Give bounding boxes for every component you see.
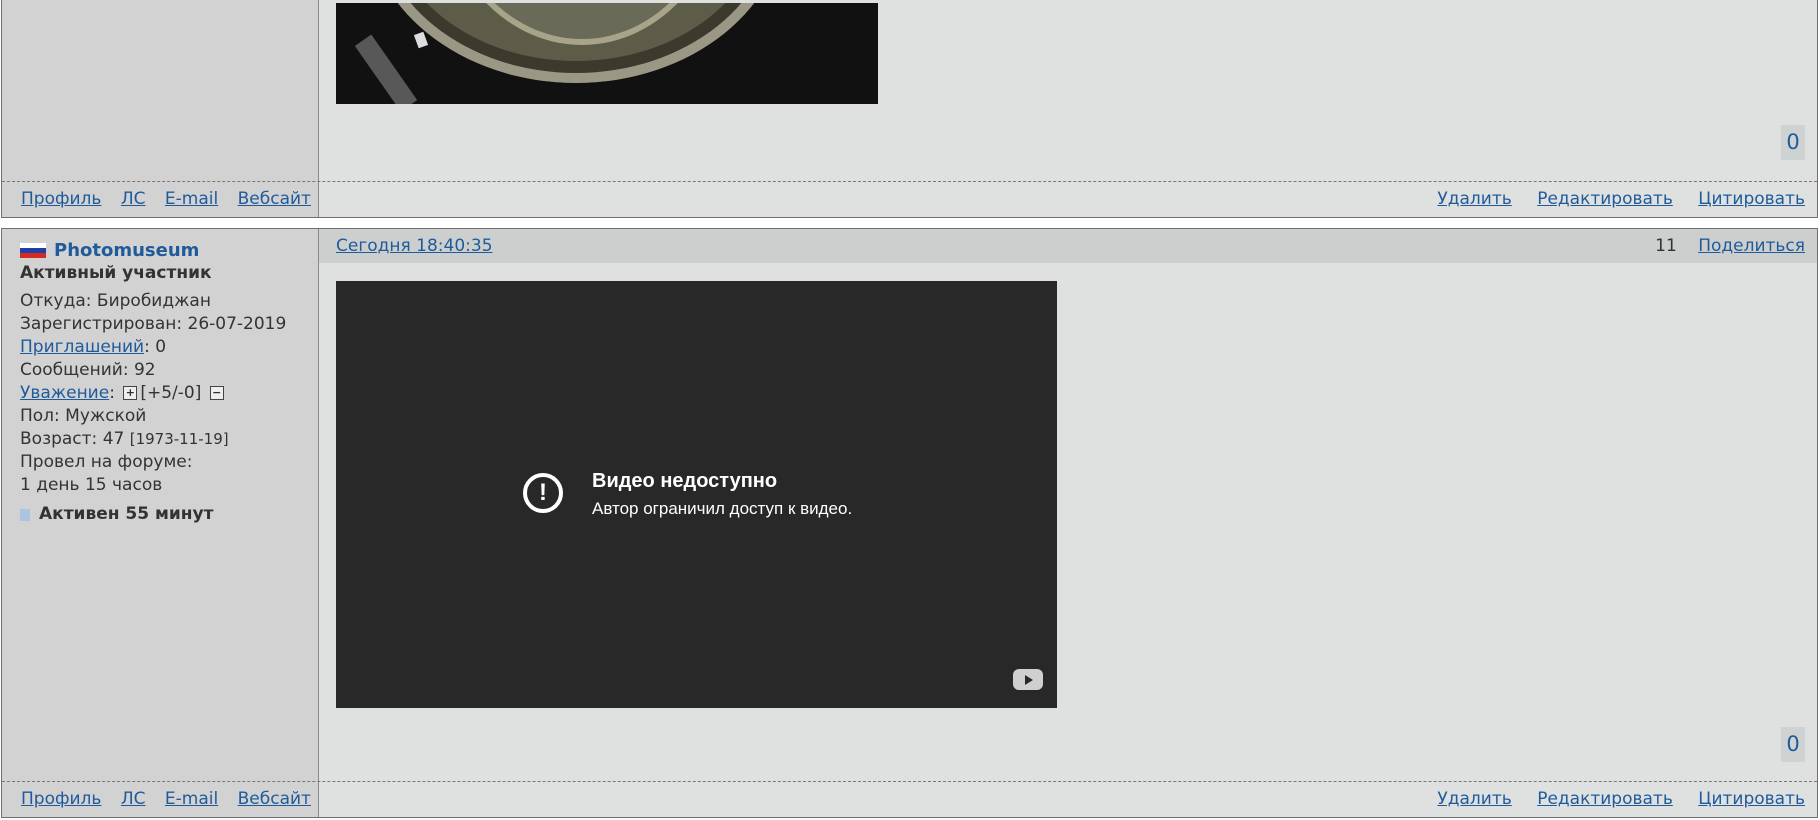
post-actions: Удалить Редактировать Цитировать: [1417, 789, 1805, 809]
user-messages: Сообщений: 92: [20, 360, 156, 380]
user-registered: Зарегистрирован: 26-07-2019: [20, 314, 287, 334]
exclamation-icon: !: [523, 473, 563, 513]
post-rating[interactable]: 0: [1781, 125, 1805, 160]
post-number: 11: [1655, 236, 1677, 256]
post-rating[interactable]: 0: [1781, 727, 1805, 762]
pm-link[interactable]: ЛС: [121, 789, 146, 809]
user-respect: Уважение: + [+5/-0] −: [20, 382, 310, 405]
quote-link[interactable]: Цитировать: [1698, 789, 1805, 809]
respect-colon: :: [109, 383, 115, 403]
delete-link[interactable]: Удалить: [1437, 789, 1511, 809]
user-links: Профиль ЛС E-mail Вебсайт: [21, 789, 325, 809]
active-status: Активен 55 минут: [20, 503, 310, 526]
invites-link[interactable]: Приглашений: [20, 337, 144, 357]
post-actions: Удалить Редактировать Цитировать: [1417, 189, 1805, 209]
respect-link[interactable]: Уважение: [20, 383, 109, 403]
email-link[interactable]: E-mail: [165, 189, 218, 209]
forum-time-value: 1 день 15 часов: [20, 475, 163, 495]
video-error-title: Видео недоступно: [592, 470, 778, 492]
post-footer: Профиль ЛС E-mail Вебсайт Удалить Редакт…: [2, 181, 1817, 217]
edit-link[interactable]: Редактировать: [1537, 189, 1673, 209]
email-link[interactable]: E-mail: [165, 789, 218, 809]
video-error-subtitle: Автор ограничил доступ к видео.: [592, 499, 853, 518]
share-link[interactable]: Поделиться: [1698, 236, 1805, 256]
profile-link[interactable]: Профиль: [21, 189, 101, 209]
forum-post: Photomuseum Активный участник Откуда: Би…: [1, 228, 1818, 818]
username-link[interactable]: Photomuseum: [54, 239, 199, 262]
post-footer: Профиль ЛС E-mail Вебсайт Удалить Редакт…: [2, 781, 1817, 817]
youtube-icon[interactable]: [1013, 669, 1043, 690]
lens-edge-highlight: [354, 34, 418, 104]
user-gender: Пол: Мужской: [20, 406, 147, 426]
forum-post: 0 Профиль ЛС E-mail Вебсайт Удалить Реда…: [1, 0, 1818, 218]
website-link[interactable]: Вебсайт: [238, 789, 311, 809]
user-rank: Активный участник: [20, 263, 212, 283]
respect-plus-button[interactable]: +: [123, 386, 138, 400]
user-location: Откуда: Биробиджан: [20, 291, 211, 311]
user-info: Photomuseum Активный участник Откуда: Би…: [20, 239, 310, 526]
website-link[interactable]: Вебсайт: [238, 189, 311, 209]
active-status-text: Активен 55 минут: [39, 504, 214, 524]
embedded-video[interactable]: ! Видео недоступно Автор ограничил досту…: [336, 281, 1057, 708]
forum-time-label: Провел на форуме:: [20, 452, 193, 472]
invites-count: : 0: [144, 337, 167, 357]
birth-date: [1973-11-19]: [129, 430, 229, 448]
lens-highlight: [413, 31, 429, 49]
user-invites: Приглашений: 0: [20, 336, 310, 359]
user-name-row: Photomuseum: [20, 239, 310, 262]
respect-value: [+5/-0]: [140, 383, 202, 403]
age-label: Возраст: 47: [20, 429, 125, 449]
post-header-actions: 11 Поделиться: [1655, 236, 1805, 256]
user-links: Профиль ЛС E-mail Вебсайт: [21, 189, 325, 209]
quote-link[interactable]: Цитировать: [1698, 189, 1805, 209]
status-indicator-icon: [20, 508, 30, 521]
pm-link[interactable]: ЛС: [121, 189, 146, 209]
post-date-link[interactable]: Сегодня 18:40:35: [336, 236, 493, 256]
post-header: Сегодня 18:40:35 11 Поделиться: [319, 229, 1817, 263]
russia-flag-icon: [20, 242, 46, 259]
edit-link[interactable]: Редактировать: [1537, 789, 1673, 809]
user-age: Возраст: 47 [1973-11-19]: [20, 428, 310, 451]
delete-link[interactable]: Удалить: [1437, 189, 1511, 209]
post-author-column: Photomuseum Активный участник Откуда: Би…: [2, 229, 319, 817]
post-image[interactable]: [336, 3, 878, 104]
respect-minus-button[interactable]: −: [209, 386, 224, 400]
profile-link[interactable]: Профиль: [21, 789, 101, 809]
